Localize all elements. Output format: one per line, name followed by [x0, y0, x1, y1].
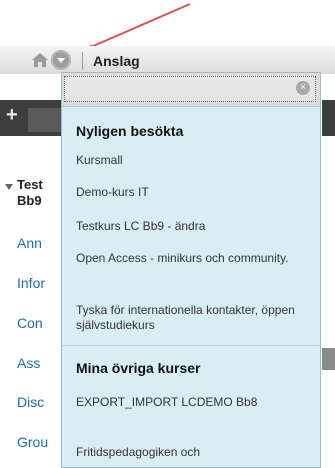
course-title: Test Bb9 [17, 177, 43, 208]
breadcrumb-current[interactable]: Anslag [93, 53, 140, 69]
course-menu-link[interactable]: Disc [17, 394, 44, 410]
breadcrumb-separator [82, 52, 83, 70]
course-menu-link[interactable]: Infor [17, 275, 45, 291]
clear-icon[interactable]: × [296, 81, 310, 95]
chevron-down-icon[interactable] [51, 50, 71, 70]
content-header-strip [322, 100, 335, 136]
recent-course-item[interactable]: Open Access - minikurs och community. [76, 251, 312, 266]
course-menu-link[interactable]: Ann [17, 235, 42, 251]
dropdown-search-bar: × [62, 73, 320, 107]
recent-heading: Nyligen besökta [76, 123, 184, 139]
content-bar [322, 348, 335, 370]
course-menu-link[interactable]: Grou [17, 434, 48, 450]
recent-course-item[interactable]: Testkurs LC Bb9 - ändra [76, 219, 312, 234]
recent-course-item[interactable]: Tyska för internationella kontakter, öpp… [76, 303, 312, 333]
recent-course-item[interactable]: Kursmall [76, 153, 312, 168]
triangle-down-icon[interactable] [5, 184, 13, 190]
home-icon[interactable] [31, 52, 49, 68]
recent-course-item[interactable]: Demo-kurs IT [76, 185, 312, 200]
other-courses-heading: Mina övriga kurser [76, 360, 201, 376]
section-divider [62, 345, 320, 346]
course-search-input[interactable] [64, 76, 316, 102]
course-menu-link[interactable]: Ass [17, 355, 40, 371]
plus-icon[interactable]: + [6, 104, 18, 127]
other-course-item[interactable]: EXPORT_IMPORT LCDEMO Bb8 [76, 395, 312, 410]
other-course-item[interactable]: Fritidspedagogiken och [76, 445, 312, 460]
course-menu-link[interactable]: Con [17, 315, 43, 331]
course-dropdown: × Nyligen besökta Kursmall Demo-kurs IT … [61, 72, 321, 468]
